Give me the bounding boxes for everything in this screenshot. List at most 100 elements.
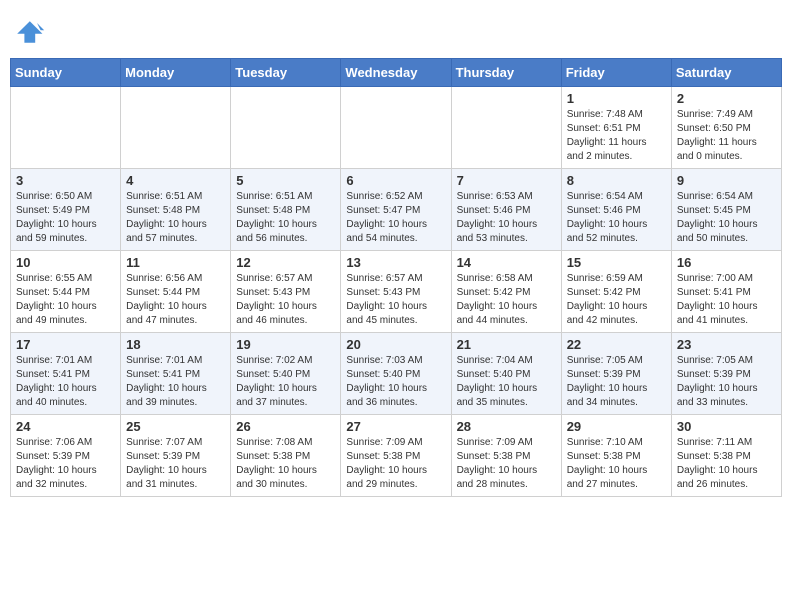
calendar-cell: 16 Sunrise: 7:00 AM Sunset: 5:41 PM Dayli… <box>671 251 781 333</box>
calendar-cell: 6 Sunrise: 6:52 AM Sunset: 5:47 PM Daylig… <box>341 169 451 251</box>
calendar-cell: 20 Sunrise: 7:03 AM Sunset: 5:40 PM Dayli… <box>341 333 451 415</box>
header-thursday: Thursday <box>451 59 561 87</box>
day-info: Sunrise: 7:09 AM Sunset: 5:38 PM Dayligh… <box>346 436 445 492</box>
day-number: 27 <box>346 419 445 434</box>
calendar-cell: 7 Sunrise: 6:53 AM Sunset: 5:46 PM Daylig… <box>451 169 561 251</box>
calendar-cell: 10 Sunrise: 6:55 AM Sunset: 5:44 PM Dayli… <box>11 251 121 333</box>
day-info: Sunrise: 7:08 AM Sunset: 5:38 PM Dayligh… <box>236 436 335 492</box>
day-info: Sunrise: 7:01 AM Sunset: 5:41 PM Dayligh… <box>126 354 225 410</box>
weekday-header-row: SundayMondayTuesdayWednesdayThursdayFrid… <box>11 59 782 87</box>
day-number: 29 <box>567 419 666 434</box>
calendar-cell: 27 Sunrise: 7:09 AM Sunset: 5:38 PM Dayli… <box>341 415 451 497</box>
header-sunday: Sunday <box>11 59 121 87</box>
day-number: 11 <box>126 255 225 270</box>
day-number: 25 <box>126 419 225 434</box>
day-number: 28 <box>457 419 556 434</box>
header-tuesday: Tuesday <box>231 59 341 87</box>
calendar-cell <box>121 87 231 169</box>
calendar-cell <box>341 87 451 169</box>
day-number: 3 <box>16 173 115 188</box>
day-info: Sunrise: 7:48 AM Sunset: 6:51 PM Dayligh… <box>567 108 666 164</box>
calendar-cell: 25 Sunrise: 7:07 AM Sunset: 5:39 PM Dayli… <box>121 415 231 497</box>
calendar-cell: 1 Sunrise: 7:48 AM Sunset: 6:51 PM Daylig… <box>561 87 671 169</box>
calendar-cell: 24 Sunrise: 7:06 AM Sunset: 5:39 PM Dayli… <box>11 415 121 497</box>
calendar-cell: 13 Sunrise: 6:57 AM Sunset: 5:43 PM Dayli… <box>341 251 451 333</box>
day-info: Sunrise: 6:59 AM Sunset: 5:42 PM Dayligh… <box>567 272 666 328</box>
day-number: 1 <box>567 91 666 106</box>
day-info: Sunrise: 7:07 AM Sunset: 5:39 PM Dayligh… <box>126 436 225 492</box>
calendar-cell: 30 Sunrise: 7:11 AM Sunset: 5:38 PM Dayli… <box>671 415 781 497</box>
day-number: 18 <box>126 337 225 352</box>
header-saturday: Saturday <box>671 59 781 87</box>
day-number: 7 <box>457 173 556 188</box>
calendar-cell <box>11 87 121 169</box>
calendar-cell: 17 Sunrise: 7:01 AM Sunset: 5:41 PM Dayli… <box>11 333 121 415</box>
day-info: Sunrise: 6:58 AM Sunset: 5:42 PM Dayligh… <box>457 272 556 328</box>
day-number: 13 <box>346 255 445 270</box>
day-number: 23 <box>677 337 776 352</box>
day-info: Sunrise: 7:02 AM Sunset: 5:40 PM Dayligh… <box>236 354 335 410</box>
week-row-3: 10 Sunrise: 6:55 AM Sunset: 5:44 PM Dayli… <box>11 251 782 333</box>
day-number: 10 <box>16 255 115 270</box>
day-info: Sunrise: 6:51 AM Sunset: 5:48 PM Dayligh… <box>236 190 335 246</box>
day-number: 8 <box>567 173 666 188</box>
calendar-cell: 3 Sunrise: 6:50 AM Sunset: 5:49 PM Daylig… <box>11 169 121 251</box>
day-info: Sunrise: 7:00 AM Sunset: 5:41 PM Dayligh… <box>677 272 776 328</box>
day-number: 17 <box>16 337 115 352</box>
day-info: Sunrise: 7:09 AM Sunset: 5:38 PM Dayligh… <box>457 436 556 492</box>
calendar-cell: 2 Sunrise: 7:49 AM Sunset: 6:50 PM Daylig… <box>671 87 781 169</box>
day-number: 19 <box>236 337 335 352</box>
day-info: Sunrise: 6:56 AM Sunset: 5:44 PM Dayligh… <box>126 272 225 328</box>
day-info: Sunrise: 6:52 AM Sunset: 5:47 PM Dayligh… <box>346 190 445 246</box>
calendar-cell <box>451 87 561 169</box>
day-info: Sunrise: 7:04 AM Sunset: 5:40 PM Dayligh… <box>457 354 556 410</box>
week-row-4: 17 Sunrise: 7:01 AM Sunset: 5:41 PM Dayli… <box>11 333 782 415</box>
day-number: 5 <box>236 173 335 188</box>
day-number: 20 <box>346 337 445 352</box>
calendar-cell <box>231 87 341 169</box>
day-info: Sunrise: 6:57 AM Sunset: 5:43 PM Dayligh… <box>346 272 445 328</box>
logo <box>10 14 50 50</box>
day-info: Sunrise: 7:05 AM Sunset: 5:39 PM Dayligh… <box>567 354 666 410</box>
day-info: Sunrise: 7:49 AM Sunset: 6:50 PM Dayligh… <box>677 108 776 164</box>
calendar-cell: 26Sunrise: 7:08 AM Sunset: 5:38 PM Dayli… <box>231 415 341 497</box>
day-info: Sunrise: 7:11 AM Sunset: 5:38 PM Dayligh… <box>677 436 776 492</box>
day-info: Sunrise: 6:51 AM Sunset: 5:48 PM Dayligh… <box>126 190 225 246</box>
day-info: Sunrise: 7:05 AM Sunset: 5:39 PM Dayligh… <box>677 354 776 410</box>
calendar-cell: 8Sunrise: 6:54 AM Sunset: 5:46 PM Daylig… <box>561 169 671 251</box>
calendar-cell: 21 Sunrise: 7:04 AM Sunset: 5:40 PM Dayli… <box>451 333 561 415</box>
day-number: 30 <box>677 419 776 434</box>
day-info: Sunrise: 7:06 AM Sunset: 5:39 PM Dayligh… <box>16 436 115 492</box>
day-info: Sunrise: 6:55 AM Sunset: 5:44 PM Dayligh… <box>16 272 115 328</box>
day-number: 9 <box>677 173 776 188</box>
calendar-cell: 12 Sunrise: 6:57 AM Sunset: 5:43 PM Dayli… <box>231 251 341 333</box>
day-number: 16 <box>677 255 776 270</box>
calendar-table: SundayMondayTuesdayWednesdayThursdayFrid… <box>10 58 782 497</box>
calendar-cell: 29 Sunrise: 7:10 AM Sunset: 5:38 PM Dayli… <box>561 415 671 497</box>
day-info: Sunrise: 6:57 AM Sunset: 5:43 PM Dayligh… <box>236 272 335 328</box>
calendar-cell: 5 Sunrise: 6:51 AM Sunset: 5:48 PM Daylig… <box>231 169 341 251</box>
header-friday: Friday <box>561 59 671 87</box>
day-info: Sunrise: 6:54 AM Sunset: 5:45 PM Dayligh… <box>677 190 776 246</box>
calendar-cell: 14Sunrise: 6:58 AM Sunset: 5:42 PM Dayli… <box>451 251 561 333</box>
calendar-cell: 11 Sunrise: 6:56 AM Sunset: 5:44 PM Dayli… <box>121 251 231 333</box>
day-number: 21 <box>457 337 556 352</box>
calendar-cell: 9 Sunrise: 6:54 AM Sunset: 5:45 PM Daylig… <box>671 169 781 251</box>
week-row-1: 1 Sunrise: 7:48 AM Sunset: 6:51 PM Daylig… <box>11 87 782 169</box>
day-info: Sunrise: 7:10 AM Sunset: 5:38 PM Dayligh… <box>567 436 666 492</box>
day-info: Sunrise: 7:03 AM Sunset: 5:40 PM Dayligh… <box>346 354 445 410</box>
day-info: Sunrise: 6:50 AM Sunset: 5:49 PM Dayligh… <box>16 190 115 246</box>
calendar-cell: 23 Sunrise: 7:05 AM Sunset: 5:39 PM Dayli… <box>671 333 781 415</box>
calendar-cell: 15 Sunrise: 6:59 AM Sunset: 5:42 PM Dayli… <box>561 251 671 333</box>
day-number: 2 <box>677 91 776 106</box>
day-number: 24 <box>16 419 115 434</box>
calendar-cell: 18 Sunrise: 7:01 AM Sunset: 5:41 PM Dayli… <box>121 333 231 415</box>
day-number: 6 <box>346 173 445 188</box>
day-number: 15 <box>567 255 666 270</box>
day-info: Sunrise: 6:53 AM Sunset: 5:46 PM Dayligh… <box>457 190 556 246</box>
day-info: Sunrise: 7:01 AM Sunset: 5:41 PM Dayligh… <box>16 354 115 410</box>
week-row-5: 24 Sunrise: 7:06 AM Sunset: 5:39 PM Dayli… <box>11 415 782 497</box>
header-monday: Monday <box>121 59 231 87</box>
day-number: 4 <box>126 173 225 188</box>
day-number: 12 <box>236 255 335 270</box>
